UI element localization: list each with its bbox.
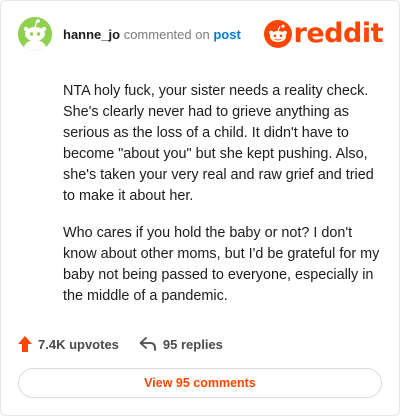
brand-wordmark: reddit bbox=[293, 18, 384, 49]
post-link[interactable]: post bbox=[213, 27, 240, 42]
reddit-brand[interactable]: reddit bbox=[263, 18, 384, 49]
username[interactable]: hanne_jo bbox=[63, 27, 120, 42]
reply-label: 95 replies bbox=[162, 336, 223, 352]
view-comments-button[interactable]: View 95 comments bbox=[18, 368, 382, 398]
reply-count[interactable]: 95 replies bbox=[139, 337, 223, 352]
upvote-label: 7.4K upvotes bbox=[38, 336, 119, 352]
action-text: commented on bbox=[123, 27, 210, 42]
comment-header: hanne_jo commented on post reddit bbox=[18, 17, 384, 53]
comment-card: hanne_jo commented on post reddit NTA ho… bbox=[0, 0, 400, 416]
reply-arrow-icon bbox=[139, 337, 156, 351]
reddit-logo-icon bbox=[263, 20, 292, 48]
upvote-arrow-icon bbox=[18, 336, 32, 352]
comment-body: NTA holy fuck, your sister needs a reali… bbox=[63, 81, 385, 323]
comment-stats: 7.4K upvotes 95 replies bbox=[18, 334, 243, 354]
comment-meta: hanne_jo commented on post bbox=[63, 27, 241, 42]
snoo-avatar-icon[interactable] bbox=[18, 17, 52, 51]
comment-paragraph: Who cares if you hold the baby or not? I… bbox=[63, 225, 380, 304]
upvote-count[interactable]: 7.4K upvotes bbox=[18, 336, 119, 352]
comment-paragraph: NTA holy fuck, your sister needs a reali… bbox=[63, 83, 374, 204]
